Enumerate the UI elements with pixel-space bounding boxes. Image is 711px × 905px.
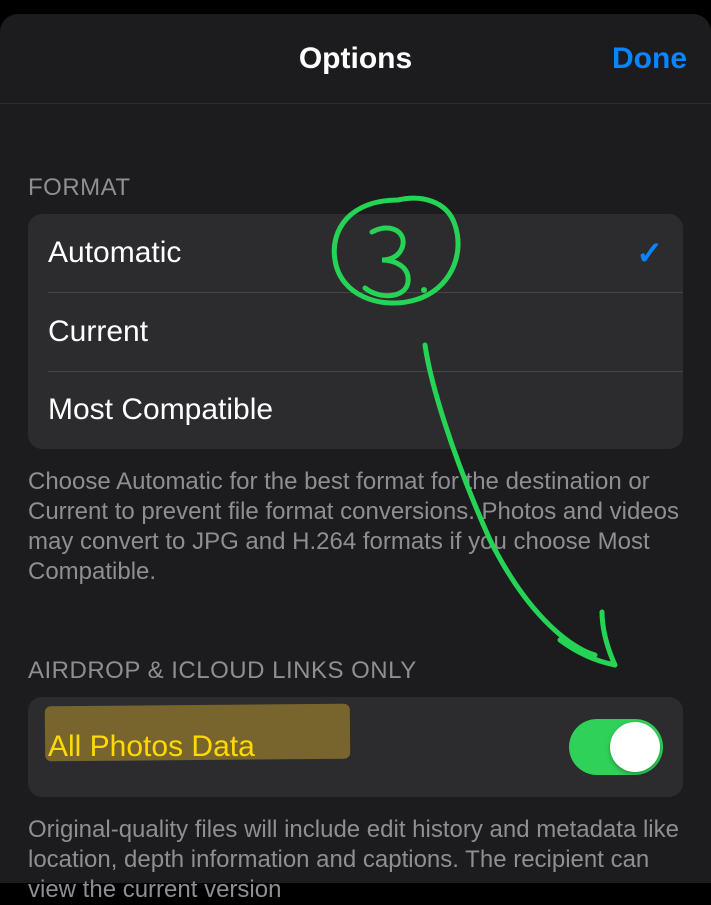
format-option-most-compatible[interactable]: Most Compatible: [28, 371, 683, 449]
all-photos-data-label: All Photos Data: [48, 730, 255, 764]
all-photos-data-switch[interactable]: [569, 719, 663, 775]
all-photos-data-row[interactable]: All Photos Data: [28, 697, 683, 797]
checkmark-icon: ✓: [636, 237, 663, 269]
page-title: Options: [299, 42, 412, 76]
format-footer: Choose Automatic for the best format for…: [28, 467, 683, 587]
airdrop-section-header: AIRDROP & ICLOUD LINKS ONLY: [28, 657, 683, 685]
format-option-label: Automatic: [48, 236, 181, 270]
format-option-automatic[interactable]: Automatic ✓: [28, 214, 683, 292]
format-group: Automatic ✓ Current Most Compatible: [28, 214, 683, 449]
format-option-label: Current: [48, 315, 148, 349]
airdrop-footer: Original-quality files will include edit…: [28, 815, 683, 905]
format-option-label: Most Compatible: [48, 393, 273, 427]
nav-bar: Options Done: [0, 14, 711, 104]
switch-knob: [610, 722, 660, 772]
format-section-header: FORMAT: [28, 174, 683, 202]
format-option-current[interactable]: Current: [28, 293, 683, 371]
done-button[interactable]: Done: [612, 42, 687, 76]
airdrop-group: All Photos Data: [28, 697, 683, 797]
